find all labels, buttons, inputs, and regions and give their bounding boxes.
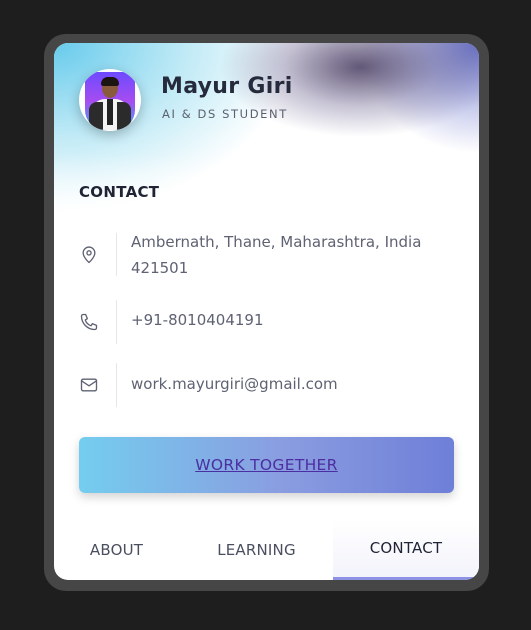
location-text: Ambernath, Thane, Maharashtra, India 421…: [131, 229, 451, 281]
profile-card: Mayur Giri AI & DS STUDENT CONTACT Amber…: [54, 43, 479, 580]
tab-about[interactable]: ABOUT: [54, 519, 179, 580]
tab-bar: ABOUT LEARNING CONTACT: [54, 519, 479, 580]
phone-text[interactable]: +91-8010404191: [131, 307, 264, 333]
section-title-contact: CONTACT: [79, 183, 160, 201]
tab-learning[interactable]: LEARNING: [184, 519, 329, 580]
mail-icon: [79, 375, 99, 395]
avatar-photo: [85, 72, 135, 130]
profile-name: Mayur Giri: [161, 74, 293, 99]
tab-contact[interactable]: CONTACT: [333, 519, 479, 580]
map-pin-icon: [79, 245, 99, 265]
contact-row-phone: +91-8010404191: [79, 300, 459, 344]
profile-role: AI & DS STUDENT: [162, 107, 288, 121]
email-text[interactable]: work.mayurgiri@gmail.com: [131, 371, 338, 397]
contact-divider: [116, 363, 117, 407]
avatar: [79, 69, 141, 131]
phone-icon: [79, 312, 99, 332]
card-frame: Mayur Giri AI & DS STUDENT CONTACT Amber…: [44, 34, 489, 591]
contact-divider: [116, 233, 117, 276]
contact-divider: [116, 300, 117, 344]
location-line-2: 421501: [131, 259, 189, 277]
contact-row-email: work.mayurgiri@gmail.com: [79, 363, 459, 407]
location-line-1: Ambernath, Thane, Maharashtra, India: [131, 233, 422, 251]
contact-row-location: Ambernath, Thane, Maharashtra, India 421…: [79, 233, 459, 278]
work-together-button[interactable]: WORK TOGETHER: [79, 437, 454, 493]
